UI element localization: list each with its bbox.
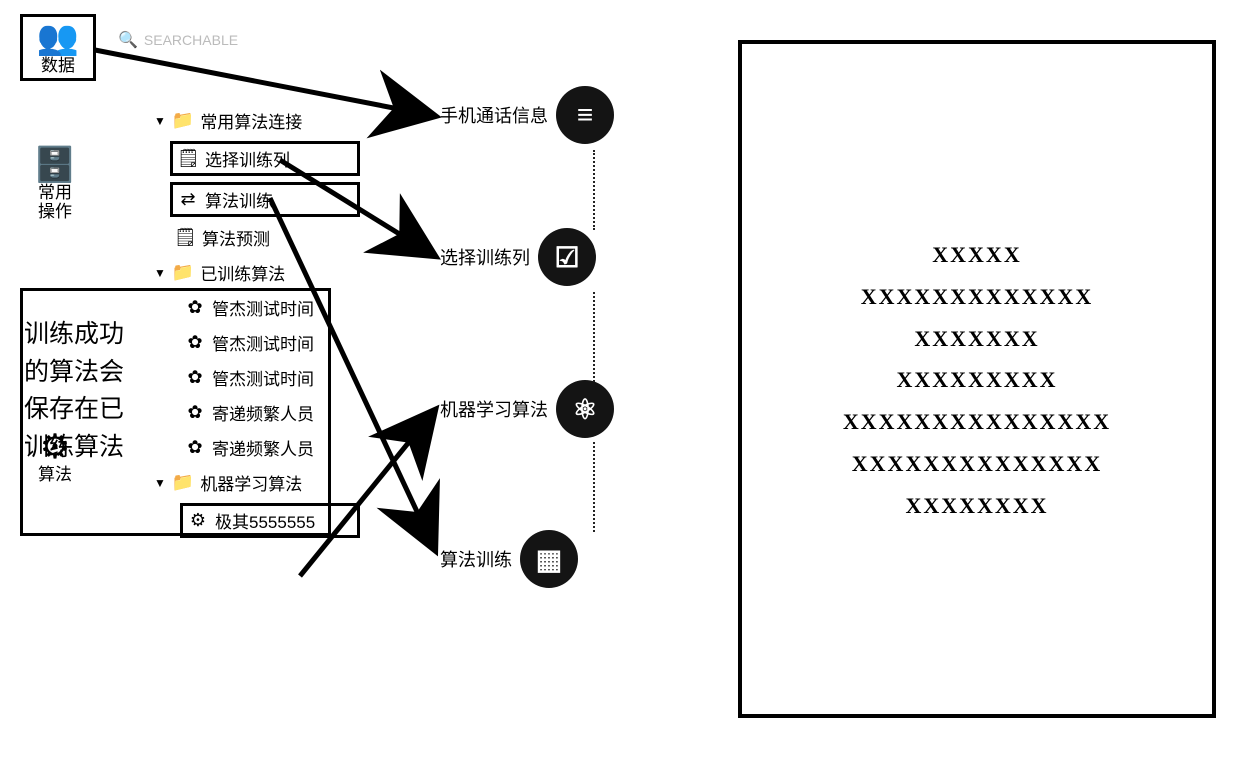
tree-folder-common-algo[interactable]: ▼ 📁 常用算法连接 bbox=[150, 106, 360, 135]
sidebar-label: 数据 bbox=[23, 57, 93, 76]
placeholder-line: XXXXXXXX bbox=[742, 485, 1212, 527]
bricks-icon: ▦ bbox=[520, 530, 578, 588]
server-icon: ≡ bbox=[556, 86, 614, 144]
flow-icon: ⇄ bbox=[177, 189, 199, 210]
right-panel: XXXXX XXXXXXXXXXXXX XXXXXXX XXXXXXXXX XX… bbox=[738, 40, 1216, 718]
tree-label: 选择训练列 bbox=[205, 146, 290, 171]
workflow-node-phone-info[interactable]: 手机通话信息 ≡ bbox=[440, 86, 614, 144]
tree-label: 管杰测试时间 bbox=[212, 295, 314, 320]
folder-icon: 📁 bbox=[172, 110, 194, 131]
list-icon: 🗒 bbox=[174, 227, 196, 248]
tree-label: 管杰测试时间 bbox=[212, 330, 314, 355]
flower-icon: ✿ bbox=[184, 297, 206, 318]
tree-label: 算法预测 bbox=[202, 225, 270, 250]
placeholder-line: XXXXXXXXXXXXXXX bbox=[742, 401, 1212, 443]
list-icon: 🗒 bbox=[177, 148, 199, 169]
workflow-connector bbox=[593, 150, 595, 230]
workflow-connector bbox=[593, 442, 595, 532]
workflow-label: 机器学习算法 bbox=[440, 396, 548, 422]
annotation-text: 训练成功的算法会保存在已训练算法 bbox=[24, 316, 144, 466]
tree-item-trained-3[interactable]: ✿ 寄递频繁人员 bbox=[180, 398, 360, 427]
gear-icon: ⚙ bbox=[187, 510, 209, 531]
atom-icon: ⚛ bbox=[556, 380, 614, 438]
tree-item-trained-2[interactable]: ✿ 管杰测试时间 bbox=[180, 363, 360, 392]
tree-label: 已训练算法 bbox=[200, 260, 285, 285]
placeholder-line: XXXXXXX bbox=[742, 318, 1212, 360]
workflow-label: 手机通话信息 bbox=[440, 102, 548, 128]
search-icon: 🔍 bbox=[118, 30, 138, 50]
flower-icon: ✿ bbox=[184, 332, 206, 353]
placeholder-line: XXXXXXXXX bbox=[742, 359, 1212, 401]
flower-icon: ✿ bbox=[184, 367, 206, 388]
right-panel-text: XXXXX XXXXXXXXXXXXX XXXXXXX XXXXXXXXX XX… bbox=[742, 234, 1212, 527]
data-icon: 👥 bbox=[23, 21, 93, 55]
placeholder-line: XXXXXXXXXXXXXX bbox=[742, 443, 1212, 485]
flower-icon: ✿ bbox=[184, 437, 206, 458]
sidebar-label: 算法 bbox=[20, 466, 90, 485]
database-icon: 🗄️ bbox=[20, 148, 90, 182]
tree-label: 算法训练 bbox=[205, 187, 273, 212]
workflow-node-train[interactable]: 算法训练 ▦ bbox=[440, 530, 578, 588]
sidebar-item-common-ops[interactable]: 🗄️ 常用 操作 bbox=[20, 148, 90, 221]
workflow-node-ml[interactable]: 机器学习算法 ⚛ bbox=[440, 380, 614, 438]
checklist-icon: ☑ bbox=[538, 228, 596, 286]
workflow-connector bbox=[593, 292, 595, 382]
algorithm-tree: ▼ 📁 常用算法连接 🗒 选择训练列 ⇄ 算法训练 🗒 算法预测 ▼ 📁 已训练… bbox=[150, 100, 360, 544]
tree-label: 管杰测试时间 bbox=[212, 365, 314, 390]
tree-label: 常用算法连接 bbox=[200, 108, 302, 133]
tree-label: 机器学习算法 bbox=[200, 470, 302, 495]
search-placeholder: SEARCHABLE bbox=[144, 32, 238, 48]
folder-icon: 📁 bbox=[172, 262, 194, 283]
tree-folder-ml[interactable]: ▼ 📁 机器学习算法 bbox=[150, 468, 360, 497]
tree-folder-trained[interactable]: ▼ 📁 已训练算法 bbox=[150, 258, 360, 287]
sidebar-label: 常用 操作 bbox=[20, 184, 90, 221]
tree-label: 极其5555555 bbox=[215, 508, 315, 533]
tree-item-train[interactable]: ⇄ 算法训练 bbox=[170, 182, 360, 217]
chevron-down-icon: ▼ bbox=[154, 114, 166, 128]
tree-item-trained-4[interactable]: ✿ 寄递频繁人员 bbox=[180, 433, 360, 462]
chevron-down-icon: ▼ bbox=[154, 476, 166, 490]
folder-icon: 📁 bbox=[172, 472, 194, 493]
tree-label: 寄递频繁人员 bbox=[212, 400, 314, 425]
tree-item-trained-1[interactable]: ✿ 管杰测试时间 bbox=[180, 328, 360, 357]
placeholder-line: XXXXX bbox=[742, 234, 1212, 276]
tree-label: 寄递频繁人员 bbox=[212, 435, 314, 460]
placeholder-line: XXXXXXXXXXXXX bbox=[742, 276, 1212, 318]
workflow-label: 算法训练 bbox=[440, 546, 512, 572]
flower-icon: ✿ bbox=[184, 402, 206, 423]
workflow-label: 选择训练列 bbox=[440, 244, 530, 270]
tree-item-trained-0[interactable]: ✿ 管杰测试时间 bbox=[180, 293, 360, 322]
tree-item-select-cols[interactable]: 🗒 选择训练列 bbox=[170, 141, 360, 176]
workflow-node-select-cols[interactable]: 选择训练列 ☑ bbox=[440, 228, 596, 286]
chevron-down-icon: ▼ bbox=[154, 266, 166, 280]
search-input[interactable]: 🔍 SEARCHABLE bbox=[118, 30, 238, 50]
sidebar-item-data[interactable]: 👥 数据 bbox=[20, 14, 96, 81]
tree-item-ml-0[interactable]: ⚙ 极其5555555 bbox=[180, 503, 360, 538]
tree-item-predict[interactable]: 🗒 算法预测 bbox=[170, 223, 360, 252]
